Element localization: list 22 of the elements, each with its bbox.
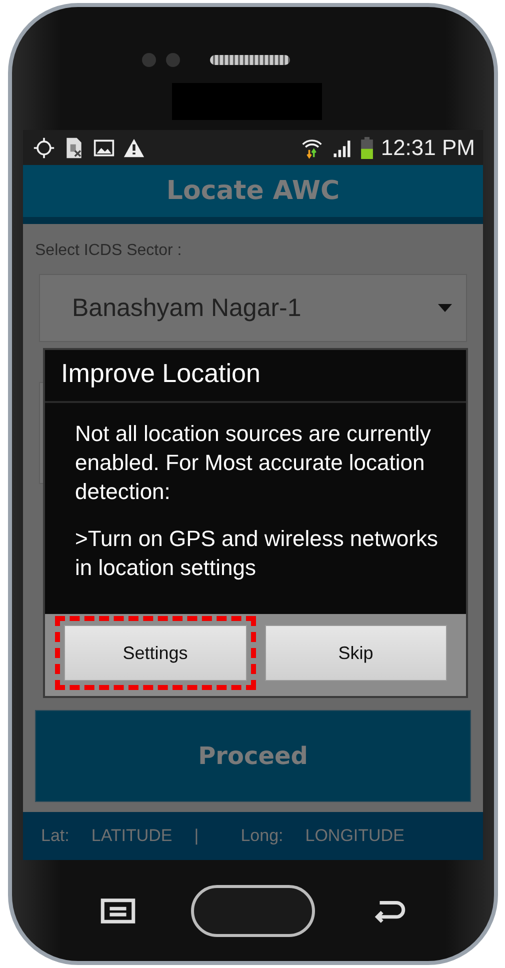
lat-label: Lat: — [41, 826, 70, 846]
home-button[interactable] — [190, 884, 315, 936]
menu-key-icon[interactable] — [100, 898, 136, 924]
long-value: LONGITUDE — [305, 826, 404, 846]
dialog-button[interactable]: Skip — [264, 625, 447, 681]
warning-icon — [123, 136, 145, 158]
crosshair-icon — [33, 136, 55, 158]
dialog-message: Not all location sources are currently enabled. For Most accurate location detection: — [75, 420, 432, 506]
dialog-message: >Turn on GPS and wireless networks in location settings — [75, 525, 439, 582]
separator: | — [194, 826, 199, 846]
app-title: Locate AWC — [166, 176, 340, 206]
camera-icon — [142, 53, 156, 67]
dialog-button[interactable]: Settings — [64, 625, 246, 681]
sensor-icon — [166, 53, 180, 67]
caret-icon — [438, 304, 452, 312]
dialog-title: Improve Location — [45, 350, 466, 403]
battery-icon — [360, 136, 373, 158]
clock-time: 12:31 PM — [380, 134, 475, 160]
wifi-icon — [300, 136, 323, 158]
lat-value: LATITUDE — [91, 826, 172, 846]
field-label: Select ICDS Sector : — [35, 242, 183, 260]
long-label: Long: — [240, 826, 284, 846]
